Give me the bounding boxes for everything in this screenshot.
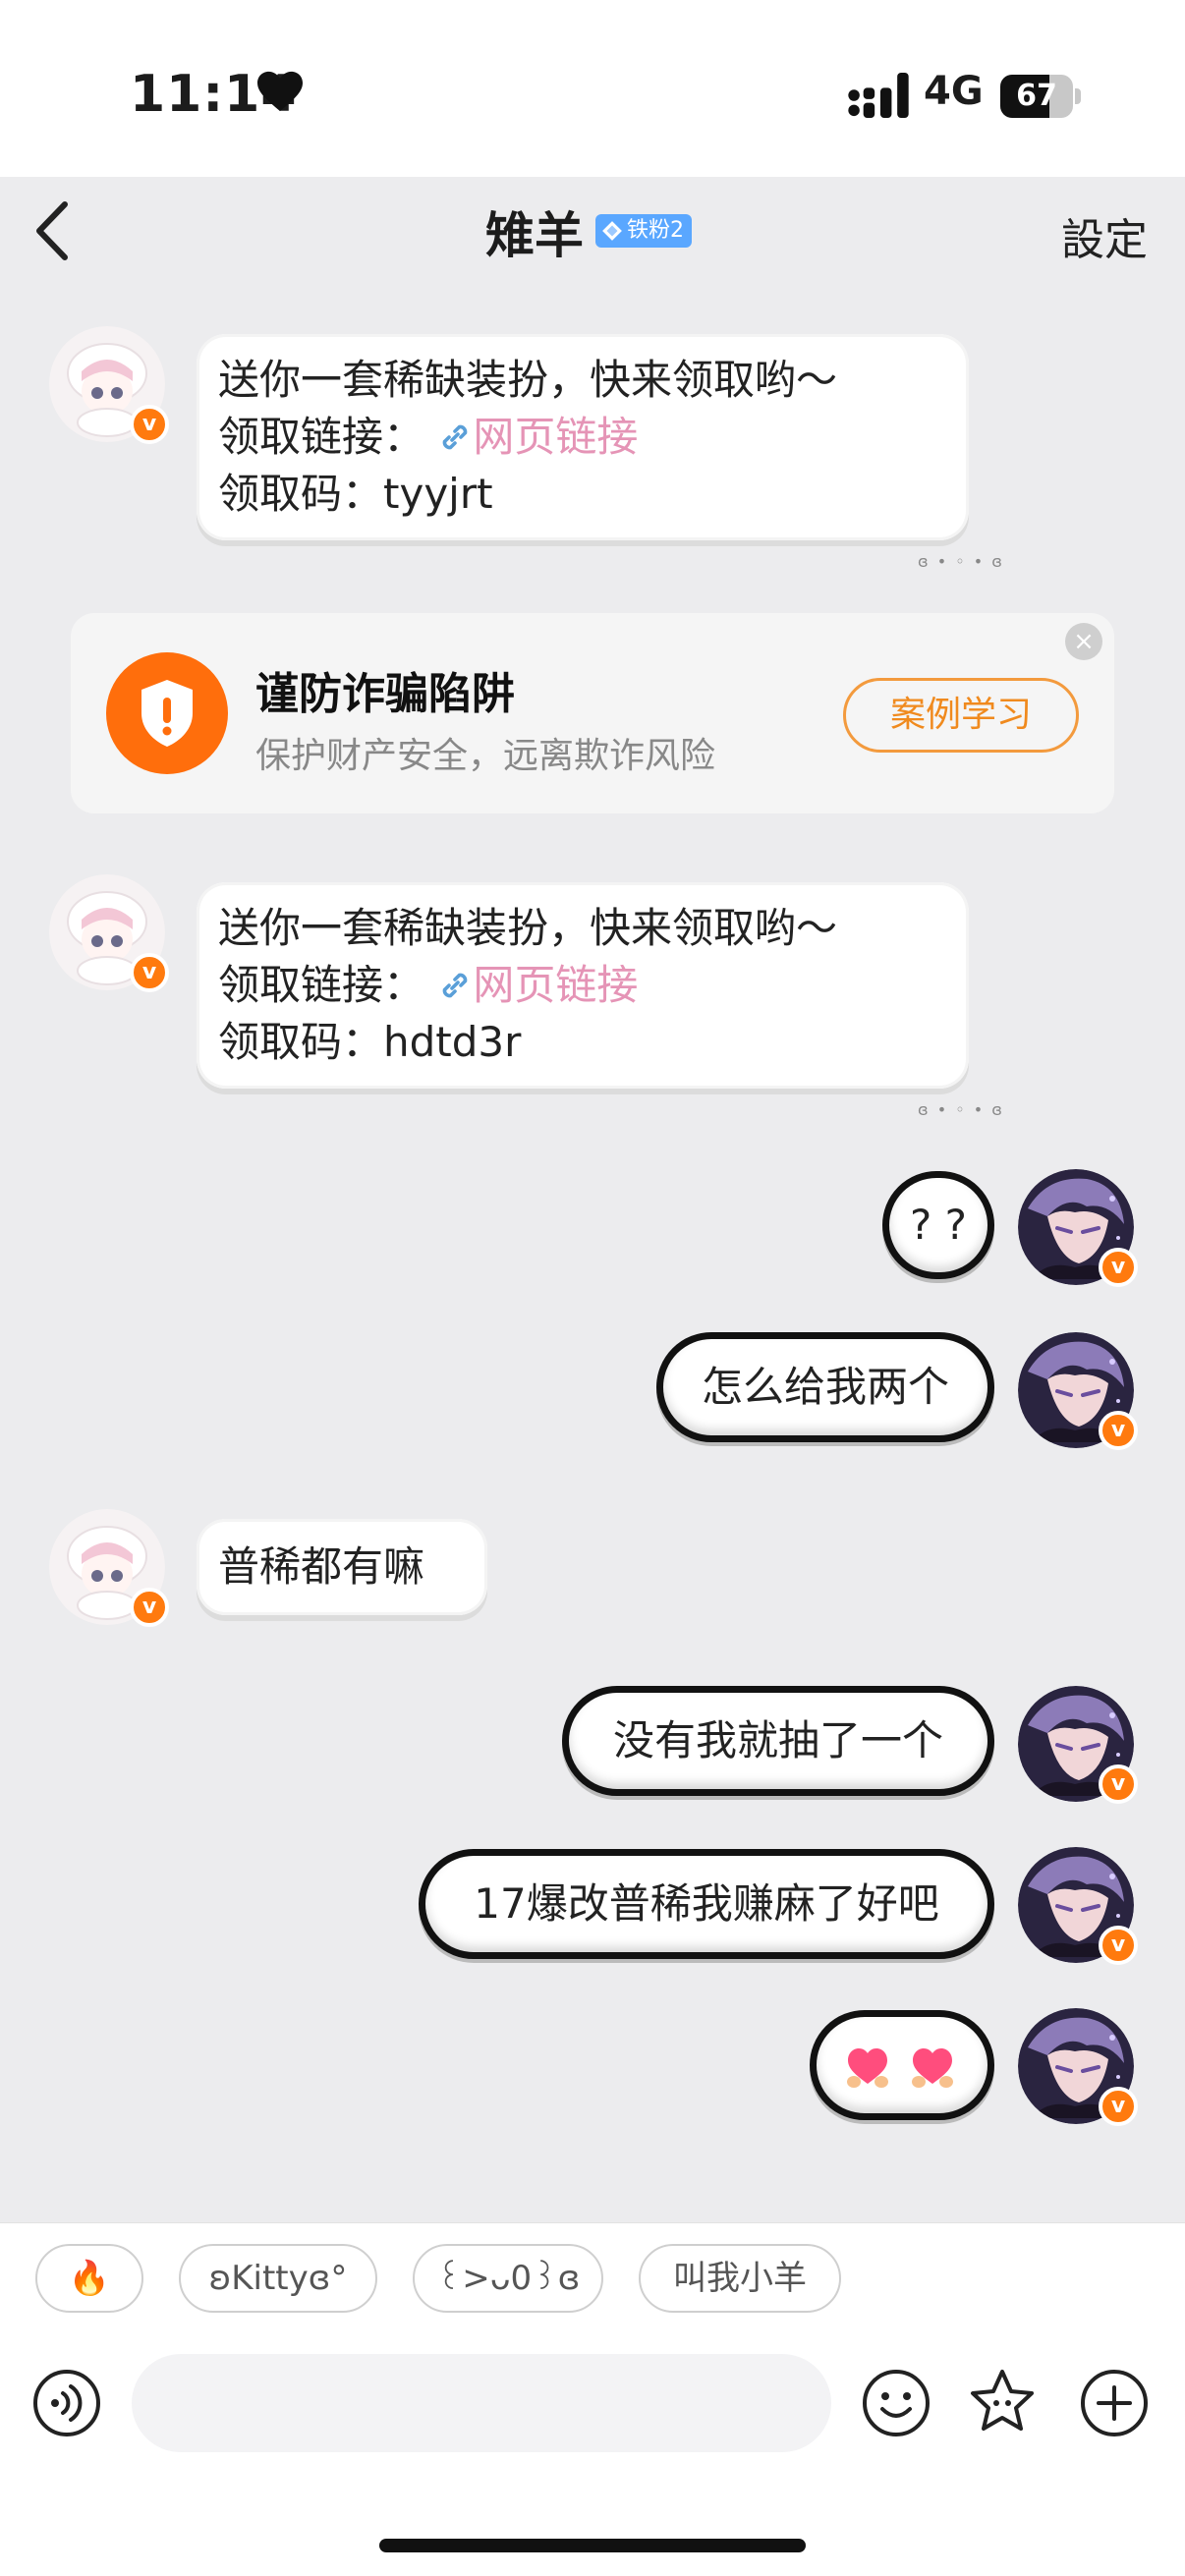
- close-icon[interactable]: ×: [1065, 623, 1102, 660]
- quick-reply-chip[interactable]: ʚKittyɞ°: [179, 2244, 377, 2313]
- plus-circle-icon[interactable]: [1079, 2368, 1150, 2438]
- contact-avatar[interactable]: v: [49, 874, 169, 992]
- message-input[interactable]: [132, 2354, 831, 2452]
- warning-subtitle: 保护财产安全，远离欺诈风险: [255, 736, 716, 776]
- my-avatar[interactable]: v: [1018, 1686, 1138, 1804]
- contact-avatar[interactable]: v: [49, 326, 169, 444]
- warning-title: 谨防诈骗陷阱: [255, 669, 515, 719]
- message-bubble[interactable]: 送你一套稀缺装扮，快来领取哟～ 领取链接： 网页链接 领取码：tyyjrt: [197, 334, 969, 540]
- bubble-tail-decoration: ɞ • ◦ • ɞ: [918, 1100, 1004, 1119]
- verified-badge-icon: v: [130, 1588, 169, 1627]
- contact-avatar[interactable]: v: [49, 1509, 169, 1627]
- message-text: 送你一套稀缺装扮，快来领取哟～: [218, 904, 838, 952]
- battery-level: 67: [1016, 79, 1057, 113]
- fan-badge-label: 铁粉2: [627, 218, 684, 243]
- voice-icon[interactable]: [31, 2368, 102, 2438]
- shield-alert-icon: [106, 652, 228, 774]
- web-link[interactable]: 网页链接: [473, 413, 638, 461]
- heart-hands-emoji: [847, 2048, 953, 2088]
- fraud-warning-card: 谨防诈骗陷阱 保护财产安全，远离欺诈风险 案例学习 ×: [71, 613, 1114, 813]
- case-study-button[interactable]: 案例学习: [843, 678, 1079, 753]
- fan-level-badge: 铁粉2: [595, 214, 692, 248]
- status-bar: 11:14 4G 67: [0, 0, 1185, 177]
- my-avatar[interactable]: v: [1018, 1332, 1138, 1450]
- message-code: 领取码：tyyjrt: [218, 470, 493, 518]
- message-code: 领取码：hdtd3r: [218, 1018, 522, 1066]
- message-text: 送你一套稀缺装扮，快来领取哟～: [218, 356, 838, 404]
- message-bubble[interactable]: [810, 2010, 994, 2120]
- verified-badge-icon: v: [1099, 1248, 1138, 1287]
- quick-reply-chip[interactable]: 🔥: [35, 2244, 143, 2313]
- verified-badge-icon: v: [1099, 1411, 1138, 1450]
- diamond-icon: [602, 221, 622, 241]
- my-avatar[interactable]: v: [1018, 2008, 1138, 2126]
- my-avatar[interactable]: v: [1018, 1169, 1138, 1287]
- message-link-line: 领取链接： 网页链接: [218, 409, 947, 466]
- network-type: 4G: [924, 69, 984, 114]
- message-bubble[interactable]: 送你一套稀缺装扮，快来领取哟～ 领取链接： 网页链接 领取码：hdtd3r: [197, 882, 969, 1089]
- quick-reply-chip[interactable]: ꒰>ᴗ0꒱ɞ: [413, 2244, 603, 2313]
- message-link-label: 领取链接：: [218, 413, 425, 461]
- bubble-tail-decoration: ɞ • ◦ • ɞ: [918, 552, 1004, 571]
- verified-badge-icon: v: [1099, 1764, 1138, 1804]
- my-avatar[interactable]: v: [1018, 1847, 1138, 1965]
- message-bubble[interactable]: 怎么给我两个: [656, 1332, 994, 1442]
- battery-icon: 67: [1000, 75, 1081, 118]
- verified-badge-icon: v: [1099, 2087, 1138, 2126]
- chat-title: 雉羊: [485, 207, 584, 264]
- quick-reply-chip[interactable]: 叫我小羊: [639, 2244, 841, 2313]
- signal-icon: [848, 73, 909, 118]
- message-bubble[interactable]: 17爆改普稀我赚麻了好吧: [419, 1849, 994, 1959]
- verified-badge-icon: v: [130, 953, 169, 992]
- heart-icon: [257, 71, 303, 112]
- chevron-left-icon[interactable]: [29, 196, 79, 265]
- message-link-line: 领取链接： 网页链接: [218, 957, 947, 1014]
- message-bubble[interactable]: ? ?: [882, 1171, 994, 1279]
- home-indicator: [379, 2539, 806, 2552]
- settings-button[interactable]: 設定: [1061, 204, 1148, 267]
- message-bubble[interactable]: 没有我就抽了一个: [562, 1686, 994, 1796]
- link-icon: [443, 424, 468, 450]
- web-link[interactable]: 网页链接: [473, 961, 638, 1009]
- link-icon: [443, 973, 468, 998]
- smiley-icon[interactable]: [861, 2368, 931, 2438]
- verified-badge-icon: v: [130, 405, 169, 444]
- message-bubble[interactable]: 普稀都有嘛: [197, 1519, 487, 1615]
- verified-badge-icon: v: [1099, 1926, 1138, 1965]
- message-link-label: 领取链接：: [218, 961, 425, 1009]
- star-sticker-icon[interactable]: [967, 2366, 1038, 2436]
